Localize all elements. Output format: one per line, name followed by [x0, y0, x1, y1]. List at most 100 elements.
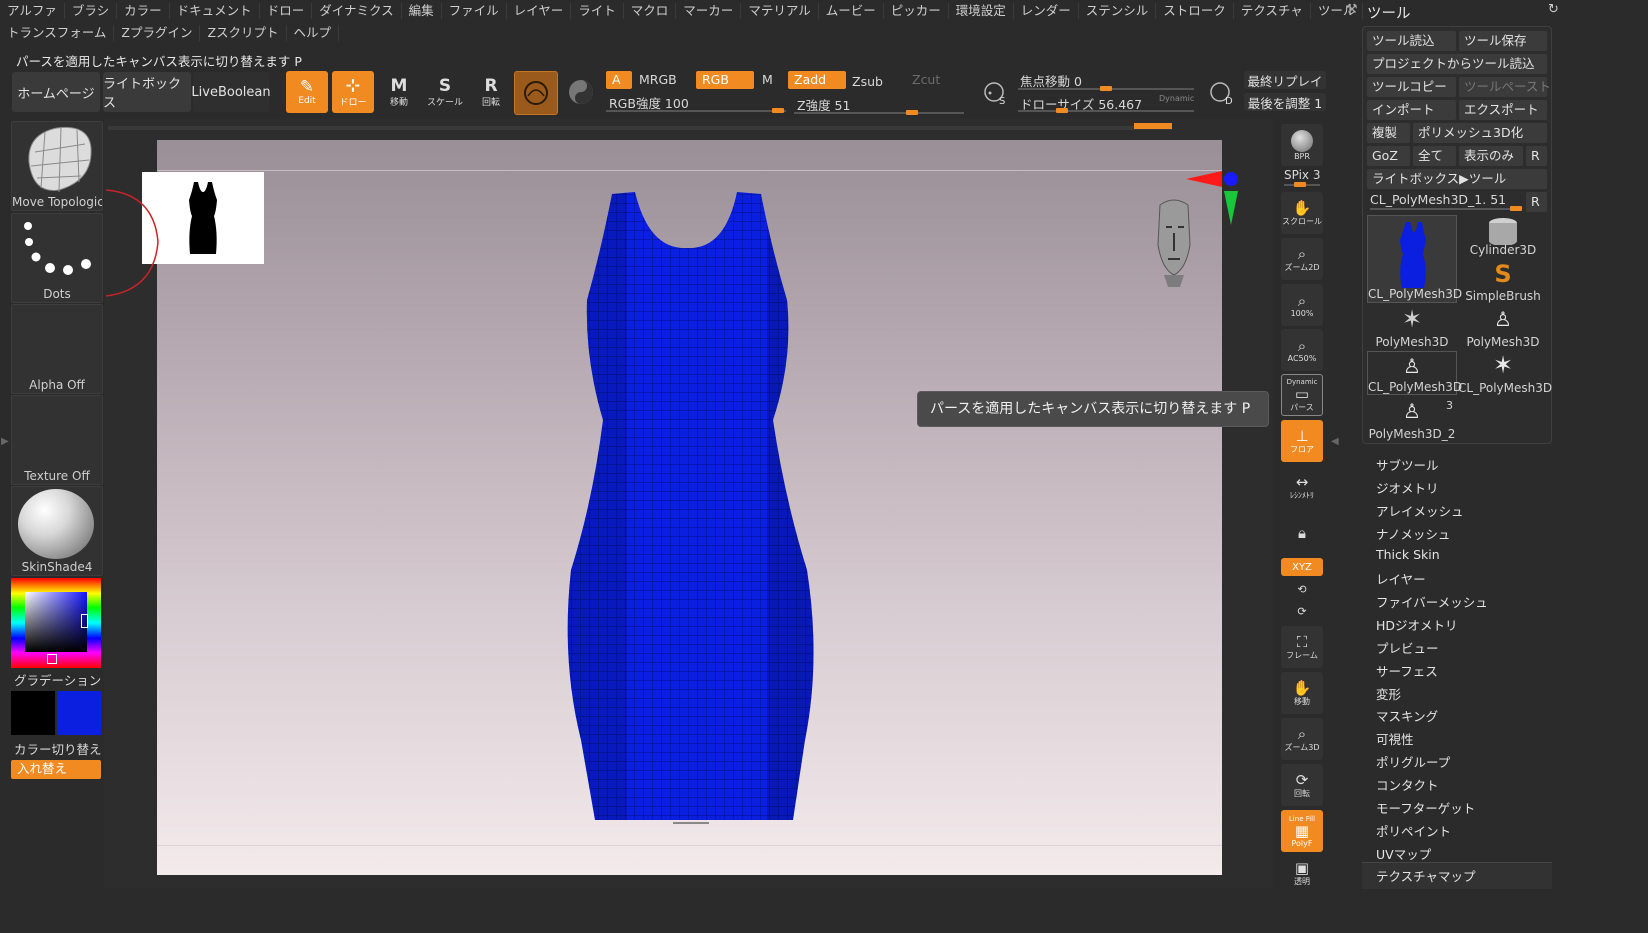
make-polymesh-button[interactable]: ポリメッシュ3D化 — [1413, 123, 1547, 143]
menu-help[interactable]: ヘルプ — [287, 25, 340, 41]
menu-stencil[interactable]: ステンシル — [1079, 3, 1157, 19]
draw-size-slider[interactable] — [1018, 108, 1194, 113]
menu-draw[interactable]: ドロー — [260, 3, 313, 19]
draw-button[interactable]: ⊹ ドロー — [332, 71, 374, 113]
tool-thumb-active[interactable]: CL_PolyMesh3D — [1367, 215, 1462, 303]
lightbox-tool-button[interactable]: ライトボックス▶ツール — [1367, 169, 1547, 189]
tool-thumb-cl-polymesh-star[interactable]: ✶ CL_PolyMesh3D — [1458, 351, 1552, 395]
edit-button[interactable]: ✎ Edit — [286, 71, 328, 113]
rgb-intensity-slider[interactable] — [606, 108, 786, 113]
subpalette-surface[interactable]: サーフェス — [1376, 661, 1438, 680]
color-switch-label[interactable]: カラー切り替え — [14, 739, 102, 758]
zoom2d-button[interactable]: ⌕ ズーム2D — [1281, 238, 1323, 280]
hue-marker[interactable] — [47, 654, 57, 664]
menu-texture[interactable]: テクスチャ — [1234, 3, 1311, 19]
zadd-toggle[interactable]: Zadd — [788, 71, 846, 89]
subpalette-polygroups[interactable]: ポリグループ — [1376, 752, 1450, 771]
tool-r-button[interactable]: R — [1526, 192, 1547, 212]
subpalette-layers[interactable]: レイヤー — [1376, 569, 1426, 588]
goz-all-button[interactable]: 全て — [1413, 146, 1456, 166]
color-picker[interactable] — [11, 578, 101, 668]
polyframe-button[interactable]: Line Fill ▦ PolyF — [1281, 810, 1323, 852]
y-rotate-button[interactable]: ⟲ — [1281, 580, 1323, 598]
zcut-toggle[interactable]: Zcut — [912, 72, 940, 87]
swap-color-button[interactable]: 入れ替え — [11, 760, 101, 779]
subpalette-hd-geometry[interactable]: HDジオメトリ — [1376, 615, 1458, 634]
menu-file[interactable]: ファイル — [442, 3, 507, 19]
tool-slider[interactable] — [1370, 206, 1522, 211]
subpalette-subtool[interactable]: サブツール — [1376, 455, 1439, 474]
zsub-toggle[interactable]: Zsub — [852, 74, 883, 89]
move-view-button[interactable]: ✋ 移動 — [1281, 672, 1323, 714]
rgb-toggle[interactable]: RGB — [696, 71, 754, 89]
scale-button[interactable]: S スケール — [424, 71, 466, 113]
shading-toggle-button[interactable] — [560, 71, 602, 113]
tool-thumb-polymesh-dress[interactable]: ♙ PolyMesh3D — [1458, 305, 1548, 349]
menu-edit[interactable]: 編集 — [402, 3, 442, 19]
menu-movie[interactable]: ムービー — [819, 3, 884, 19]
rotate-button[interactable]: R 回転 — [470, 71, 512, 113]
frame-button[interactable]: ⛶ フレーム — [1281, 626, 1323, 668]
subpalette-nanomesh[interactable]: ナノメッシュ — [1376, 524, 1450, 543]
zoom3d-button[interactable]: ⌕ ズーム3D — [1281, 718, 1323, 760]
lock-button[interactable]: 🔒︎ — [1281, 512, 1323, 554]
homepage-button[interactable]: ホームページ — [12, 72, 100, 112]
lightbox-button[interactable]: ライトボックス — [103, 72, 191, 112]
subpalette-uv-map[interactable]: UVマップ — [1376, 844, 1431, 863]
perspective-button[interactable]: Dynamic ▭ パース — [1281, 374, 1323, 416]
paste-tool-button[interactable]: ツールペースト — [1459, 77, 1551, 97]
slider-knob[interactable] — [1056, 108, 1068, 113]
spotlight-s-button[interactable]: S — [974, 72, 1016, 114]
stroke-slot[interactable]: Dots — [11, 213, 103, 303]
rotate-view-button[interactable]: ⟳ 回転 — [1281, 764, 1323, 806]
menu-light[interactable]: ライト — [571, 3, 624, 19]
collapse-left-arrow-icon[interactable]: ▶ — [1, 436, 9, 447]
tool-thumb-cl-polymesh-dress[interactable]: ♙ CL_PolyMesh3D — [1367, 351, 1462, 395]
menu-marker[interactable]: マーカー — [676, 3, 742, 19]
palette-refresh-icon[interactable]: ↻ — [1548, 2, 1559, 17]
secondary-color-swatch[interactable] — [11, 691, 55, 735]
color-saturation-square[interactable] — [25, 592, 87, 652]
menu-zplugin[interactable]: Zプラグイン — [114, 25, 201, 41]
clone-button[interactable]: 複製 — [1367, 123, 1410, 143]
subpalette-visibility[interactable]: 可視性 — [1376, 729, 1414, 748]
slider-knob[interactable] — [772, 108, 784, 113]
spix-slider[interactable] — [1284, 182, 1320, 187]
liveboolean-button[interactable]: LiveBoolean — [191, 72, 271, 112]
menu-picker[interactable]: ピッカー — [884, 3, 949, 19]
subpalette-deformation[interactable]: 変形 — [1376, 684, 1401, 703]
subpalette-thick-skin[interactable]: Thick Skin — [1376, 547, 1440, 562]
menu-zscript[interactable]: Zスクリプト — [200, 25, 287, 41]
alpha-slot[interactable]: Alpha Off — [11, 304, 103, 394]
goz-button[interactable]: GoZ — [1367, 146, 1410, 166]
z-rotate-button[interactable]: ⟳ — [1281, 602, 1323, 620]
menu-render[interactable]: レンダー — [1014, 3, 1079, 19]
a-toggle[interactable]: A — [606, 71, 632, 89]
subpalette-geometry[interactable]: ジオメトリ — [1376, 478, 1439, 497]
gradient-label[interactable]: グラデーション — [14, 670, 101, 689]
z-intensity-slider[interactable] — [794, 110, 964, 115]
scroll-button[interactable]: ✋ スクロール — [1281, 192, 1323, 234]
m-toggle[interactable]: M — [762, 72, 773, 87]
subpalette-preview[interactable]: プレビュー — [1376, 638, 1439, 657]
color-marker[interactable] — [81, 614, 88, 628]
texture-slot[interactable]: Texture Off — [11, 395, 103, 485]
zoom-100-button[interactable]: ⌕ 100% — [1281, 284, 1323, 326]
main-color-swatch[interactable] — [57, 691, 101, 735]
canvas[interactable] — [157, 140, 1238, 875]
menu-brush[interactable]: ブラシ — [65, 3, 118, 19]
menu-transform[interactable]: トランスフォーム — [0, 25, 115, 41]
subpalette-arraymesh[interactable]: アレイメッシュ — [1376, 501, 1464, 520]
menu-stroke[interactable]: ストローク — [1156, 3, 1234, 19]
goz-r-button[interactable]: R — [1526, 146, 1547, 166]
subpalette-polypaint[interactable]: ポリペイント — [1376, 821, 1451, 840]
scroll-indicator[interactable] — [1134, 123, 1172, 129]
material-slot[interactable]: SkinShade4 — [11, 486, 103, 576]
subpalette-morph-target[interactable]: モーフターゲット — [1376, 798, 1475, 817]
mrgb-toggle[interactable]: MRGB — [639, 72, 677, 87]
copy-tool-button[interactable]: ツールコピー — [1367, 77, 1456, 97]
menu-layer[interactable]: レイヤー — [507, 3, 572, 19]
slider-knob[interactable] — [906, 110, 918, 115]
menu-macro[interactable]: マクロ — [624, 3, 677, 19]
last-replay-button[interactable]: 最終リプレイ — [1244, 71, 1326, 89]
